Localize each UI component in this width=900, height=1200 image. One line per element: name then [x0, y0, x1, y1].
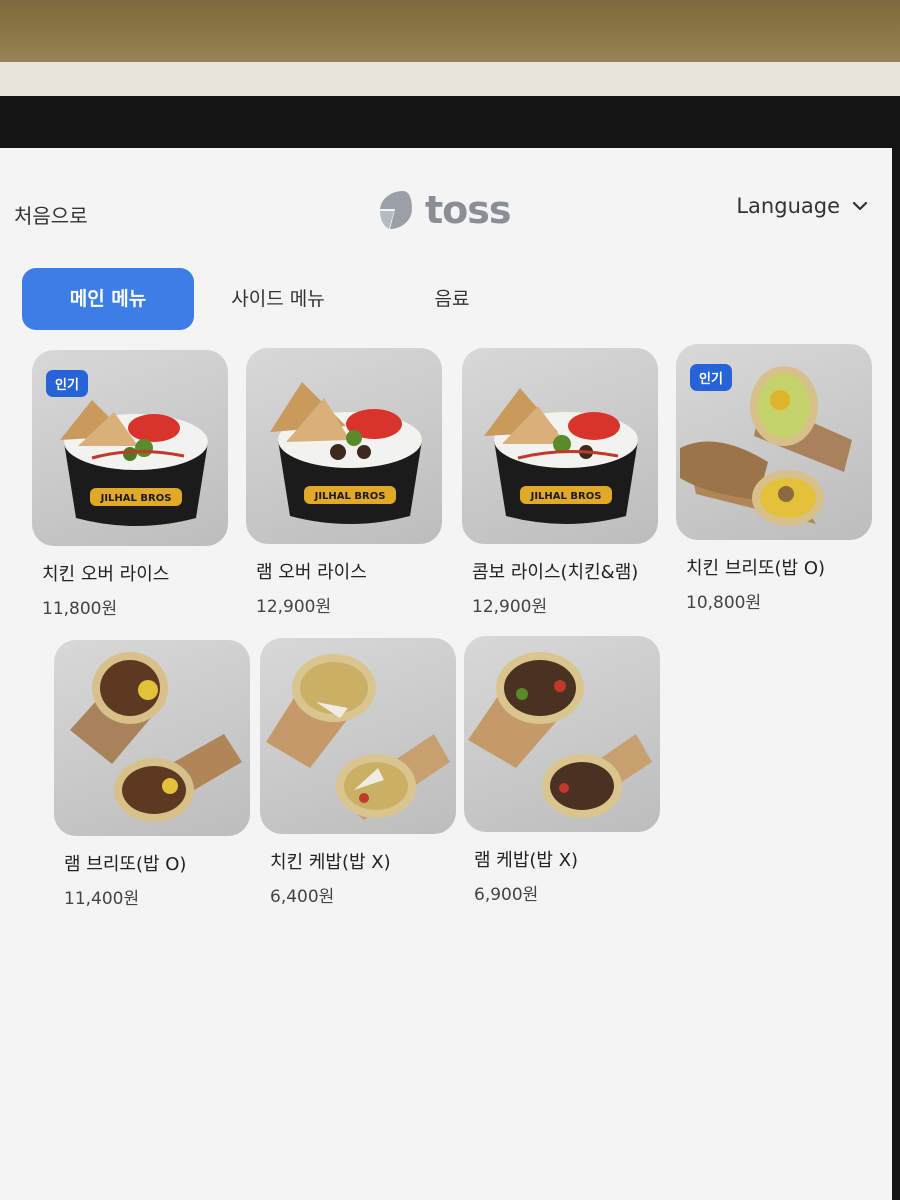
bowl-label: JILHAL BROS	[314, 491, 386, 502]
menu-item-chicken-kebab[interactable]: 치킨 케밥(밥 X) 6,400원	[260, 638, 460, 907]
toss-logo: toss	[373, 182, 512, 238]
kiosk-screen: 처음으로 toss Language 메인 메뉴 사이드 메뉴 음료 JILHA…	[0, 148, 892, 1200]
language-selector[interactable]: Language	[736, 194, 868, 218]
rice-bowl-icon: JILHAL BROS	[270, 382, 422, 524]
toss-logo-icon	[380, 191, 412, 229]
menu-item-image	[54, 640, 250, 836]
menu-item-price: 11,400원	[64, 889, 140, 909]
menu-item-image: JILHAL BROS	[462, 348, 658, 544]
menu-item-price: 10,800원	[686, 593, 762, 613]
menu-item-price: 6,900원	[474, 885, 539, 905]
menu-item-chicken-over-rice[interactable]: JILHAL BROS 인기 치킨 오버 라이스 11,800원	[32, 350, 232, 619]
menu-item-lamb-kebab[interactable]: 램 케밥(밥 X) 6,900원	[464, 636, 664, 905]
menu-item-name: 치킨 오버 라이스	[42, 564, 170, 585]
menu-item-name: 치킨 브리또(밥 O)	[686, 558, 826, 579]
menu-item-name: 치킨 케밥(밥 X)	[270, 852, 391, 873]
popular-badge: 인기	[690, 364, 732, 391]
menu-item-lamb-over-rice[interactable]: JILHAL BROS 램 오버 라이스 12,900원	[246, 348, 446, 617]
menu-item-image: 인기	[676, 344, 872, 540]
wall-background	[0, 0, 900, 70]
tab-main-menu[interactable]: 메인 메뉴	[22, 268, 194, 330]
home-button[interactable]: 처음으로	[14, 200, 88, 229]
menu-item-price: 12,900원	[472, 597, 548, 617]
menu-item-lamb-burrito[interactable]: 램 브리또(밥 O) 11,400원	[54, 640, 254, 909]
chevron-down-icon	[852, 201, 868, 211]
menu-item-image: JILHAL BROS	[246, 348, 442, 544]
rice-bowl-icon: JILHAL BROS	[484, 388, 638, 524]
menu-item-combo-rice[interactable]: JILHAL BROS 콤보 라이스(치킨&램) 12,900원	[462, 348, 662, 617]
kebab-wrap-icon	[266, 654, 450, 820]
language-label: Language	[736, 194, 840, 218]
popular-badge: 인기	[46, 370, 88, 397]
tab-drinks[interactable]: 음료	[412, 268, 492, 330]
menu-item-name: 콤보 라이스(치킨&램)	[472, 562, 639, 583]
menu-item-name: 램 브리또(밥 O)	[64, 854, 187, 875]
kebab-wrap-icon	[468, 652, 652, 818]
menu-item-name: 램 케밥(밥 X)	[474, 850, 579, 871]
bowl-label: JILHAL BROS	[530, 491, 602, 502]
menu-item-image	[464, 636, 660, 832]
burrito-icon	[70, 652, 242, 822]
bowl-label: JILHAL BROS	[100, 493, 172, 504]
menu-item-image	[260, 638, 456, 834]
menu-item-price: 11,800원	[42, 599, 118, 619]
menu-item-price: 6,400원	[270, 887, 335, 907]
menu-item-chicken-burrito[interactable]: 인기 치킨 브리또(밥 O) 10,800원	[676, 344, 876, 613]
tab-side-menu[interactable]: 사이드 메뉴	[212, 268, 344, 330]
menu-item-name: 램 오버 라이스	[256, 562, 367, 583]
menu-item-price: 12,900원	[256, 597, 332, 617]
top-bar: 처음으로 toss Language	[0, 148, 892, 258]
menu-item-image: JILHAL BROS 인기	[32, 350, 228, 546]
logo-text: toss	[425, 188, 512, 232]
